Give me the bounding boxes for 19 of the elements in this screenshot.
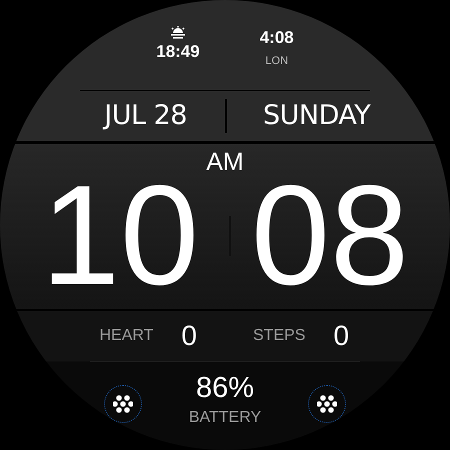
stat-label: HEART <box>99 326 154 346</box>
weekday-text: SUNDAY <box>263 98 370 133</box>
stat-value: 0 <box>333 319 350 353</box>
minutes-digits: 08 <box>251 176 409 296</box>
world-clock-time: 4:08 <box>260 28 294 48</box>
hours-digits: 10 <box>41 176 199 296</box>
battery-percent: 86% <box>196 372 254 404</box>
sunset-icon <box>170 26 186 40</box>
app-shortcut-button[interactable] <box>308 385 346 423</box>
battery-label: BATTERY <box>188 408 262 428</box>
stat-label: STEPS <box>253 326 306 346</box>
stat-value: 0 <box>181 319 197 353</box>
dots-icon <box>113 395 133 413</box>
am-pm-indicator: AM <box>206 148 244 176</box>
app-shortcut-button[interactable] <box>104 385 142 423</box>
date-text: JUL 28 <box>104 98 187 133</box>
world-clock-city: LON <box>265 54 288 69</box>
dots-icon <box>317 395 337 413</box>
sunset-time: 18:49 <box>156 42 200 62</box>
